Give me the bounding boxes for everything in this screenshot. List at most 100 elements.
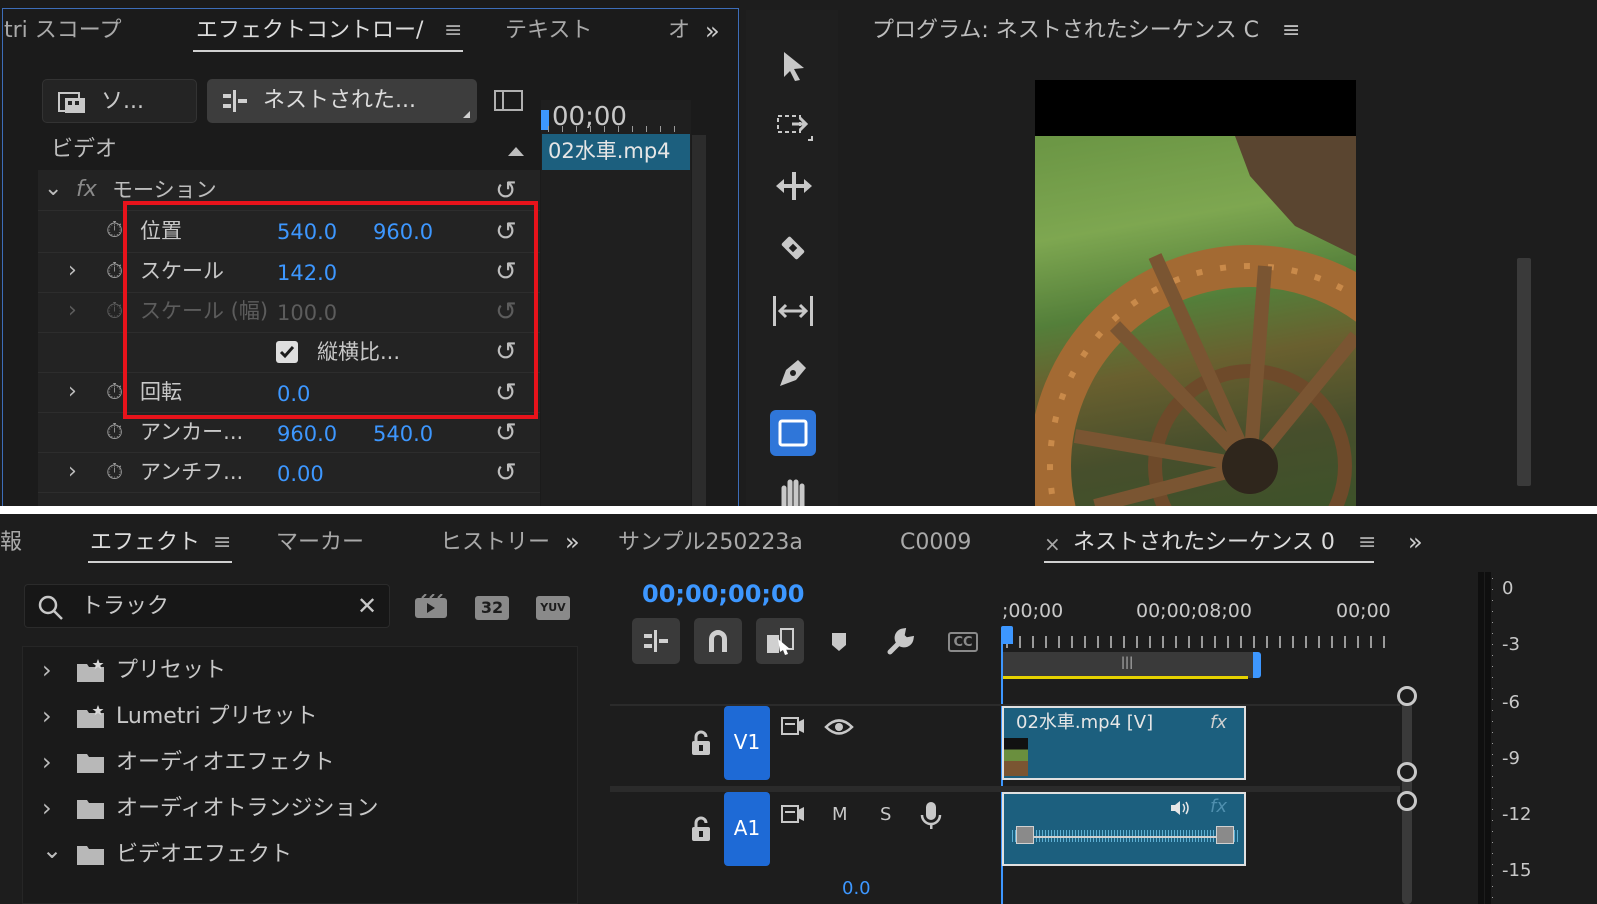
tree-item-audio-transitions[interactable]: オーディオトランジション	[116, 798, 378, 820]
program-scrollbar[interactable]	[1517, 258, 1531, 486]
zoom-handle-top[interactable]	[1397, 686, 1417, 706]
razor-tool-icon[interactable]	[776, 232, 810, 266]
tab-partial[interactable]: 報	[0, 532, 22, 554]
tree-item-presets[interactable]: プリセット	[116, 660, 226, 682]
tab-overflow-partial[interactable]: オ	[668, 20, 690, 42]
tab-effect-controls[interactable]: エフェクトコントロー/	[196, 20, 423, 42]
effects-tab-overflow-chevron-icon[interactable]: »	[565, 530, 580, 554]
toggle-sync-lock-icon[interactable]	[780, 716, 806, 736]
add-marker-icon[interactable]	[830, 631, 848, 653]
tab-overflow-chevron-icon[interactable]: »	[705, 19, 720, 43]
tab-menu-icon[interactable]: ≡	[444, 20, 462, 42]
track-a1-button[interactable]: A1	[724, 792, 770, 866]
tree-collapse-chevron-icon[interactable]: ⌄	[42, 838, 62, 862]
accelerated-effects-icon[interactable]	[414, 594, 448, 620]
clear-search-icon[interactable]: ✕	[357, 594, 377, 618]
clip-a1[interactable]: fx	[1002, 792, 1246, 866]
toggle-sync-lock-icon[interactable]	[780, 804, 806, 824]
toggle-track-output-eye-icon[interactable]	[824, 718, 854, 736]
stopwatch-icon[interactable]: ⏱	[106, 382, 123, 404]
rectangle-tool-button[interactable]	[770, 410, 816, 456]
clip-fx-badge[interactable]: fx	[1210, 714, 1227, 732]
tree-expand-chevron-icon[interactable]: ›	[42, 658, 52, 682]
selection-tool-icon[interactable]	[780, 50, 808, 82]
zoom-handle-bottom[interactable]	[1397, 791, 1417, 811]
wrench-settings-icon[interactable]	[886, 626, 916, 656]
ec-scrollbar[interactable]	[692, 135, 706, 506]
prop-anchor-y[interactable]: 540.0	[373, 424, 433, 445]
hand-tool-icon[interactable]	[778, 478, 810, 506]
tab-lumetri-scopes[interactable]: tri スコープ	[4, 20, 121, 42]
work-area-end-handle[interactable]	[1253, 652, 1261, 678]
zoom-handle-mid[interactable]	[1397, 762, 1417, 782]
tab-sequence-c0009[interactable]: C0009	[900, 532, 971, 554]
effects-search-input[interactable]: トラック	[81, 596, 169, 618]
tree-expand-chevron-icon[interactable]: ›	[42, 796, 52, 820]
insert-overwrite-icon	[642, 629, 670, 653]
voiceover-microphone-icon[interactable]	[920, 801, 942, 831]
tab-sequence-sample[interactable]: サンプル250223a	[618, 532, 803, 554]
pen-tool-icon[interactable]	[778, 356, 810, 388]
linked-selection-button[interactable]	[756, 618, 804, 664]
tab-text[interactable]: テキスト	[505, 20, 592, 42]
horizontal-divider	[0, 506, 1597, 514]
prop-anchor-x[interactable]: 960.0	[277, 424, 337, 445]
tree-item-video-effects[interactable]: ビデオエフェクト	[116, 844, 292, 866]
nest-toggle-button[interactable]	[632, 618, 680, 664]
track-select-tool-icon[interactable]	[776, 110, 814, 144]
clip-v1[interactable]: 02水車.mp4 [V] fx	[1002, 706, 1246, 780]
prop-antiflicker-value[interactable]: 0.00	[277, 464, 324, 485]
stopwatch-icon[interactable]: ⏱	[106, 462, 123, 484]
tree-item-audio-effects[interactable]: オーディオエフェクト	[116, 752, 334, 774]
star-folder-icon	[76, 659, 106, 683]
rectangle-tool-icon	[778, 419, 808, 447]
stopwatch-icon[interactable]: ⏱	[106, 261, 123, 283]
solo-track-button[interactable]: S	[880, 806, 891, 824]
timeline-timecode[interactable]: 00;00;00;00	[642, 582, 804, 606]
tree-expand-chevron-icon[interactable]: ›	[42, 750, 52, 774]
motion-expand-chevron-icon[interactable]: ⌄	[44, 178, 62, 200]
effects-search-box[interactable]: トラック ✕	[24, 584, 390, 628]
sequence-clip-dropdown[interactable]: ネストされた...	[207, 79, 477, 123]
tab-history[interactable]: ヒストリー	[440, 532, 550, 554]
tab-markers[interactable]: マーカー	[276, 532, 364, 554]
stopwatch-icon[interactable]: ⏱	[106, 422, 123, 444]
volume-rubber-band[interactable]	[1016, 836, 1230, 838]
ripple-edit-tool-icon[interactable]	[774, 170, 814, 204]
fx-badge[interactable]: fx	[76, 179, 97, 201]
work-area-bar[interactable]: |||	[1003, 652, 1253, 678]
mute-track-button[interactable]: M	[832, 806, 848, 824]
program-menu-icon[interactable]: ≡	[1282, 20, 1300, 42]
track-v1-button[interactable]: V1	[724, 706, 770, 780]
playhead-marker-icon[interactable]	[1001, 626, 1013, 644]
ec-clip-bar[interactable]: 02水車.mp4	[542, 134, 690, 170]
yuv-effects-badge[interactable]: YUV	[536, 596, 570, 620]
timeline-menu-icon[interactable]: ≡	[1358, 532, 1376, 554]
slip-tool-icon[interactable]	[770, 294, 816, 328]
prop-scale-expand-icon[interactable]: ›	[68, 260, 77, 282]
effects-tab-menu-icon[interactable]: ≡	[213, 532, 231, 554]
source-clip-dropdown[interactable]: ソ...	[42, 79, 197, 123]
snap-button[interactable]	[694, 618, 742, 664]
track-lock-icon[interactable]	[690, 730, 712, 756]
32bit-color-badge[interactable]: 32	[475, 596, 509, 620]
timeline-overflow-chevron-icon[interactable]: »	[1408, 530, 1423, 554]
tree-item-lumetri-presets[interactable]: Lumetri プリセット	[116, 706, 318, 728]
clip-fx-badge[interactable]: fx	[1210, 798, 1227, 816]
reset-antiflicker-icon[interactable]: ↺	[495, 460, 517, 486]
audio-transition-end[interactable]	[1216, 826, 1234, 844]
tab-nested-sequence[interactable]: ネストされたシーケンス 0	[1073, 532, 1335, 554]
section-collapse-icon[interactable]	[508, 147, 524, 156]
tree-expand-chevron-icon[interactable]: ›	[42, 704, 52, 728]
reset-anchor-icon[interactable]: ↺	[495, 420, 517, 446]
close-tab-icon[interactable]: ×	[1044, 534, 1061, 554]
audio-transition-start[interactable]	[1016, 826, 1034, 844]
toggle-timeline-view-icon[interactable]	[494, 89, 524, 113]
tab-effects[interactable]: エフェクト	[90, 532, 200, 554]
prop-rotation-expand-icon[interactable]: ›	[68, 381, 77, 403]
prop-scale-width-expand-icon[interactable]: ›	[68, 300, 77, 322]
track-lock-icon[interactable]	[690, 816, 712, 842]
prop-antiflicker-expand-icon[interactable]: ›	[68, 461, 77, 483]
stopwatch-icon[interactable]: ⏱	[106, 220, 123, 242]
captions-button[interactable]: CC	[948, 632, 978, 652]
